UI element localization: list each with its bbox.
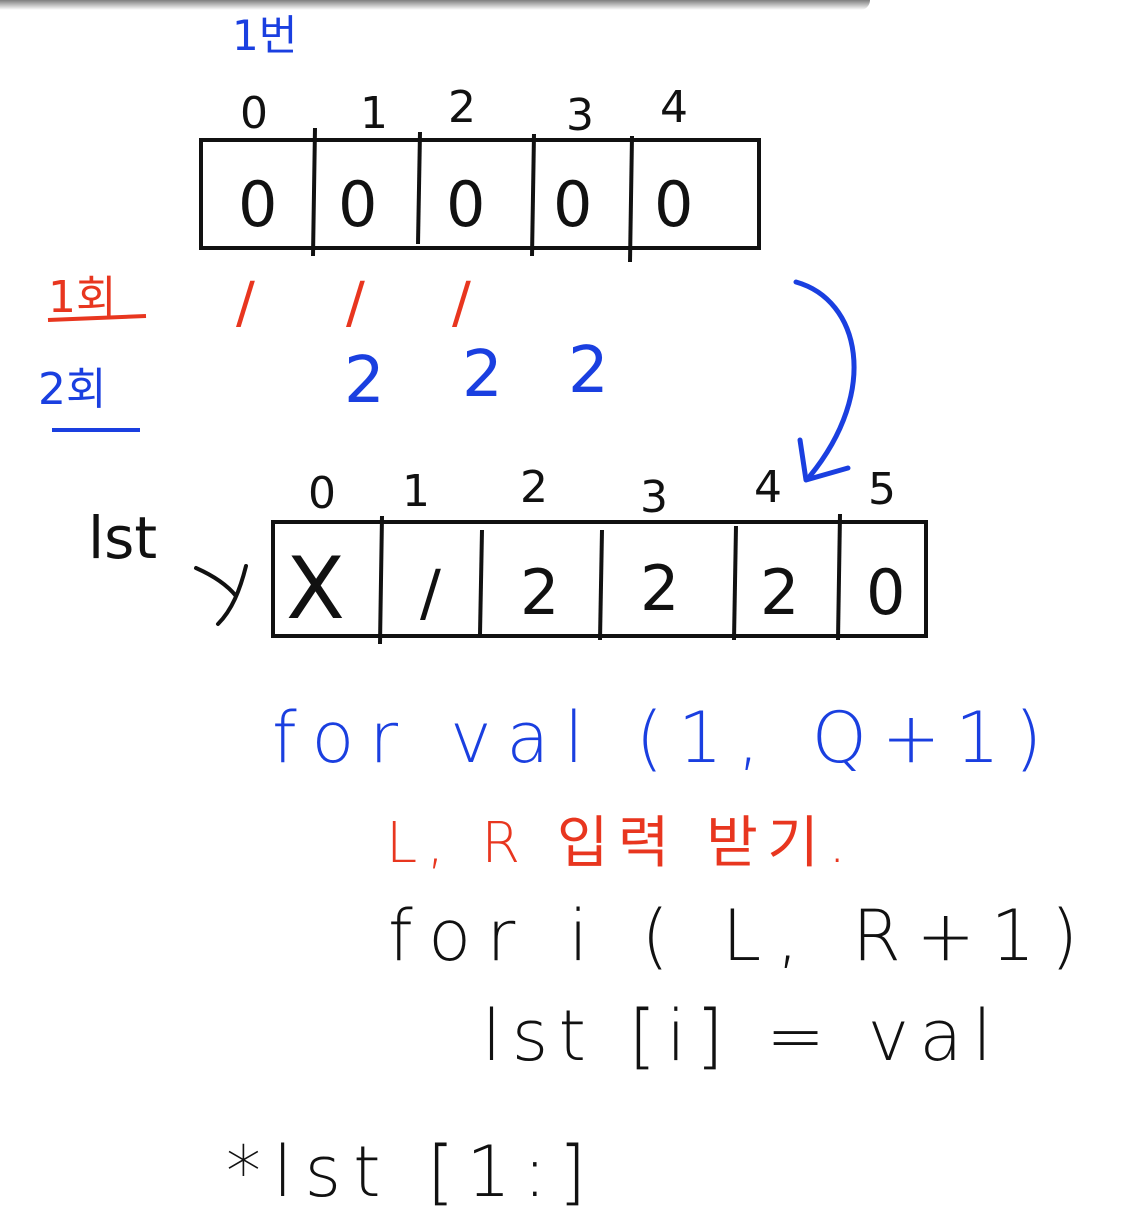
array2-index: 2: [520, 462, 548, 513]
curved-arrow: [793, 279, 857, 479]
array2-cell: X: [286, 539, 345, 639]
array2-divider: [732, 525, 738, 641]
array2-index: 1: [402, 466, 430, 517]
code-line-assign: lst [i] = val: [482, 995, 992, 1077]
array1-cell: 0: [654, 168, 693, 241]
array2-index-row: 0 1 2 3 4 5: [308, 462, 896, 523]
array1-index: 2: [448, 82, 476, 133]
round1-label: 1회: [48, 272, 116, 323]
array1-box: 0 0 0 0 0: [199, 127, 761, 263]
code-line-inner-loop: for i ( L, R+1): [388, 895, 1078, 977]
array2-divider: [478, 529, 484, 635]
problem-title: 1번: [232, 11, 297, 60]
round1-mark: /: [452, 271, 471, 336]
array1-cell: 0: [446, 168, 485, 241]
round1-mark: /: [346, 271, 365, 336]
diagram-svg: 1번 0 1 2 3 4 0 0 0 0 0 1회 2회 / / / 2 2 2…: [38, 11, 1078, 1213]
array1-divider: [311, 127, 317, 257]
round2-mark: 2: [462, 338, 503, 412]
array1-divider: [530, 133, 536, 257]
pointer-arrow-icon: [194, 564, 248, 626]
array1-index-row: 0 1 2 3 4: [240, 82, 688, 141]
whiteboard-canvas: 1번 0 1 2 3 4 0 0 0 0 0 1회 2회 / / / 2 2 2…: [0, 0, 1134, 1222]
array2-cell: 2: [520, 556, 559, 629]
round2-mark: 2: [568, 334, 609, 408]
array1-index: 0: [240, 88, 268, 139]
array2-index: 3: [640, 472, 668, 523]
array2-name: lst: [88, 504, 157, 572]
array1-index: 3: [566, 90, 594, 141]
array1-index: 4: [660, 82, 688, 133]
array2-index: 5: [868, 464, 896, 515]
array2-cell: 0: [866, 556, 905, 629]
array2-divider: [378, 515, 384, 645]
array2-divider: [598, 529, 604, 641]
array1-cell: 0: [553, 168, 592, 241]
code-line-print: *lst [1:]: [226, 1131, 586, 1213]
array2-cell: 2: [760, 556, 799, 629]
code-line-input: L, R 입력 받기.: [386, 811, 846, 876]
array1-cell: 0: [338, 168, 377, 241]
array2-divider: [836, 513, 842, 641]
round2-mark: 2: [344, 344, 385, 418]
array2-cell: /: [420, 556, 441, 629]
array2-cell: 2: [640, 552, 679, 625]
array2-box: X / 2 2 2 0: [271, 513, 928, 645]
round2-label: 2회: [38, 364, 106, 415]
round1-mark: /: [236, 271, 255, 336]
array2-index: 0: [308, 468, 336, 519]
code-line-outer-loop: for val (1, Q+1): [272, 697, 1042, 779]
array1-divider: [416, 131, 422, 245]
array1-cell: 0: [238, 168, 277, 241]
array1-divider: [628, 135, 634, 263]
array2-index: 4: [754, 462, 782, 513]
array1-index: 1: [360, 88, 388, 139]
